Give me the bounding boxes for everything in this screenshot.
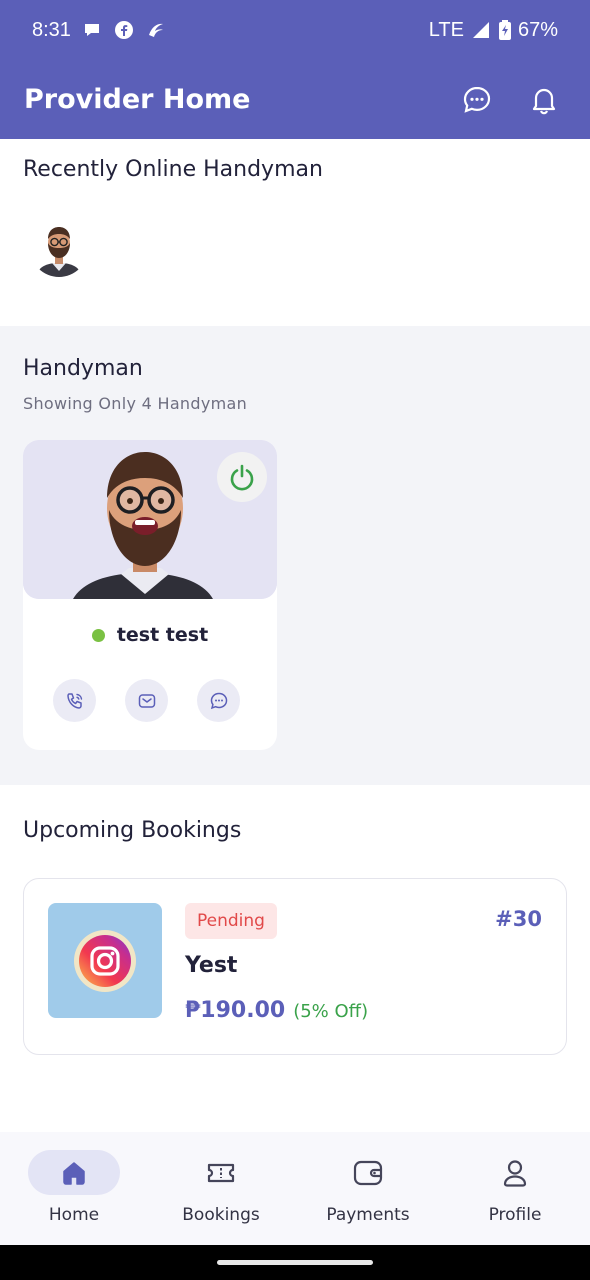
- handyman-section: Handyman Showing Only 4 Handyman test te…: [0, 326, 590, 785]
- booking-card[interactable]: Pending #30 Yest ₱190.00 (5% Off): [23, 878, 567, 1055]
- handyman-card[interactable]: test test: [23, 440, 277, 750]
- nav-profile[interactable]: Profile: [441, 1132, 589, 1245]
- status-badge: Pending: [185, 903, 277, 939]
- app-swirl-icon: [145, 19, 167, 41]
- booking-price: ₱190.00: [185, 998, 286, 1023]
- nav-payments-label: Payments: [326, 1205, 410, 1225]
- bottom-navigation: Home Bookings Payments Profile: [0, 1132, 590, 1245]
- handyman-subtitle: Showing Only 4 Handyman: [23, 394, 248, 413]
- handyman-name-row: test test: [23, 624, 277, 646]
- price-row: ₱190.00 (5% Off): [185, 998, 368, 1023]
- message-button[interactable]: [197, 679, 240, 722]
- email-icon: [137, 691, 157, 711]
- booking-thumbnail: [48, 903, 162, 1018]
- power-toggle-button[interactable]: [217, 452, 267, 502]
- instagram-icon: [73, 929, 137, 993]
- nav-home-label: Home: [48, 1205, 100, 1225]
- nav-home[interactable]: Home: [0, 1132, 148, 1245]
- app-bar: Provider Home: [0, 60, 590, 139]
- signal-icon: [470, 19, 492, 41]
- facebook-icon: [113, 19, 135, 41]
- home-gesture-handle[interactable]: [217, 1260, 373, 1265]
- nav-bookings[interactable]: Bookings: [147, 1132, 295, 1245]
- upcoming-bookings-heading: Upcoming Bookings: [23, 818, 242, 843]
- nav-profile-label: Profile: [488, 1205, 542, 1225]
- system-gesture-bar: [0, 1245, 590, 1280]
- nav-bookings-label: Bookings: [182, 1205, 260, 1225]
- handyman-photo: [23, 440, 277, 599]
- status-time: 8:31: [32, 18, 71, 41]
- upcoming-bookings-section: Upcoming Bookings Pending #30 Yest ₱190.…: [0, 785, 590, 1132]
- bell-icon[interactable]: [530, 85, 558, 115]
- home-icon: [59, 1158, 89, 1188]
- phone-icon: [65, 691, 85, 711]
- nav-payments[interactable]: Payments: [294, 1132, 442, 1245]
- user-icon: [500, 1158, 530, 1188]
- battery-icon: [498, 19, 512, 41]
- status-bar: 8:31 LTE 67%: [0, 0, 590, 60]
- booking-id: #30: [495, 907, 542, 931]
- ticket-icon: [205, 1158, 237, 1188]
- handyman-heading: Handyman: [23, 356, 143, 381]
- online-handyman-avatar[interactable]: [30, 219, 88, 277]
- email-button[interactable]: [125, 679, 168, 722]
- battery-percent: 67%: [517, 18, 558, 41]
- chat-icon: [209, 691, 229, 711]
- wallet-icon: [352, 1158, 384, 1188]
- network-type: LTE: [428, 18, 464, 41]
- power-icon: [227, 462, 257, 492]
- chat-icon[interactable]: [462, 85, 492, 115]
- recently-online-section: Recently Online Handyman: [0, 139, 590, 326]
- page-title: Provider Home: [24, 84, 251, 115]
- booking-title: Yest: [185, 953, 238, 978]
- online-status-dot: [91, 628, 105, 642]
- contact-actions: [53, 679, 240, 722]
- call-button[interactable]: [53, 679, 96, 722]
- recently-online-heading: Recently Online Handyman: [23, 157, 323, 182]
- booking-discount: (5% Off): [293, 1001, 369, 1022]
- handyman-name: test test: [116, 624, 209, 646]
- chat-bubble-icon: [81, 19, 103, 41]
